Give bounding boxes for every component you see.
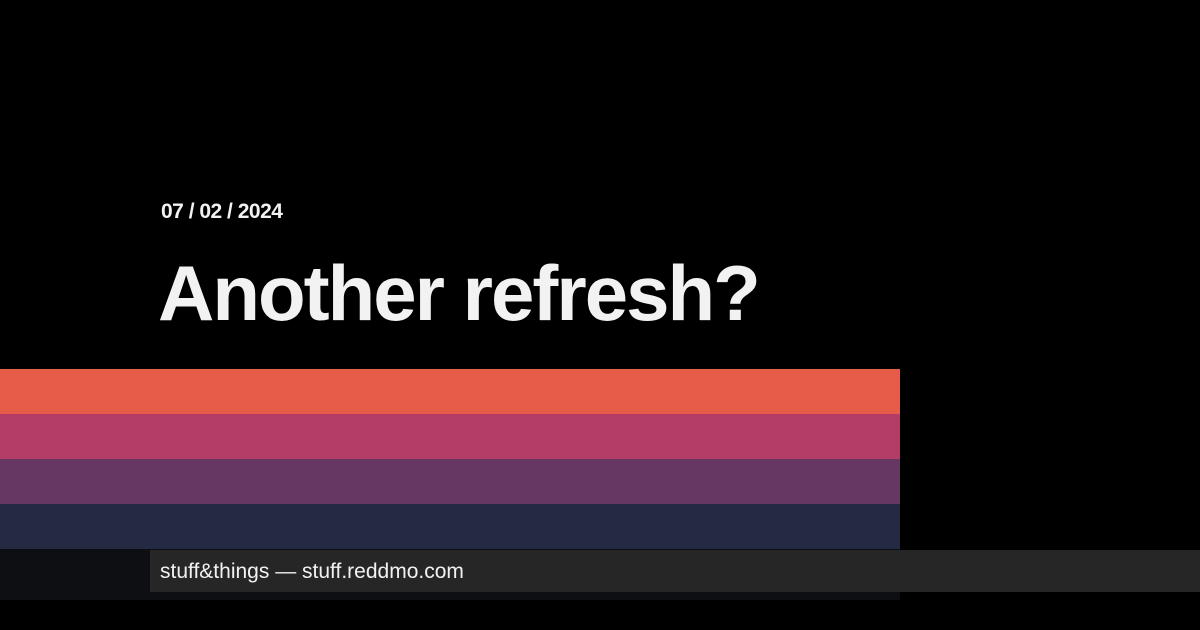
- footer-separator: —: [275, 560, 297, 583]
- stripe-navy: [0, 504, 900, 549]
- footer-bar: stuff&things — stuff.reddmo.com: [150, 550, 1200, 592]
- site-name: stuff&things: [160, 560, 270, 583]
- color-stripes: [0, 369, 900, 549]
- stripe-purple: [0, 459, 900, 504]
- site-domain: stuff.reddmo.com: [302, 560, 464, 583]
- stripe-magenta: [0, 414, 900, 459]
- footer-text: stuff&things — stuff.reddmo.com: [160, 550, 464, 594]
- post-title: Another refresh?: [158, 249, 761, 337]
- post-date: 07 / 02 / 2024: [161, 200, 283, 223]
- social-card: 07 / 02 / 2024 Another refresh? stuff&th…: [0, 0, 1200, 630]
- stripe-coral: [0, 369, 900, 414]
